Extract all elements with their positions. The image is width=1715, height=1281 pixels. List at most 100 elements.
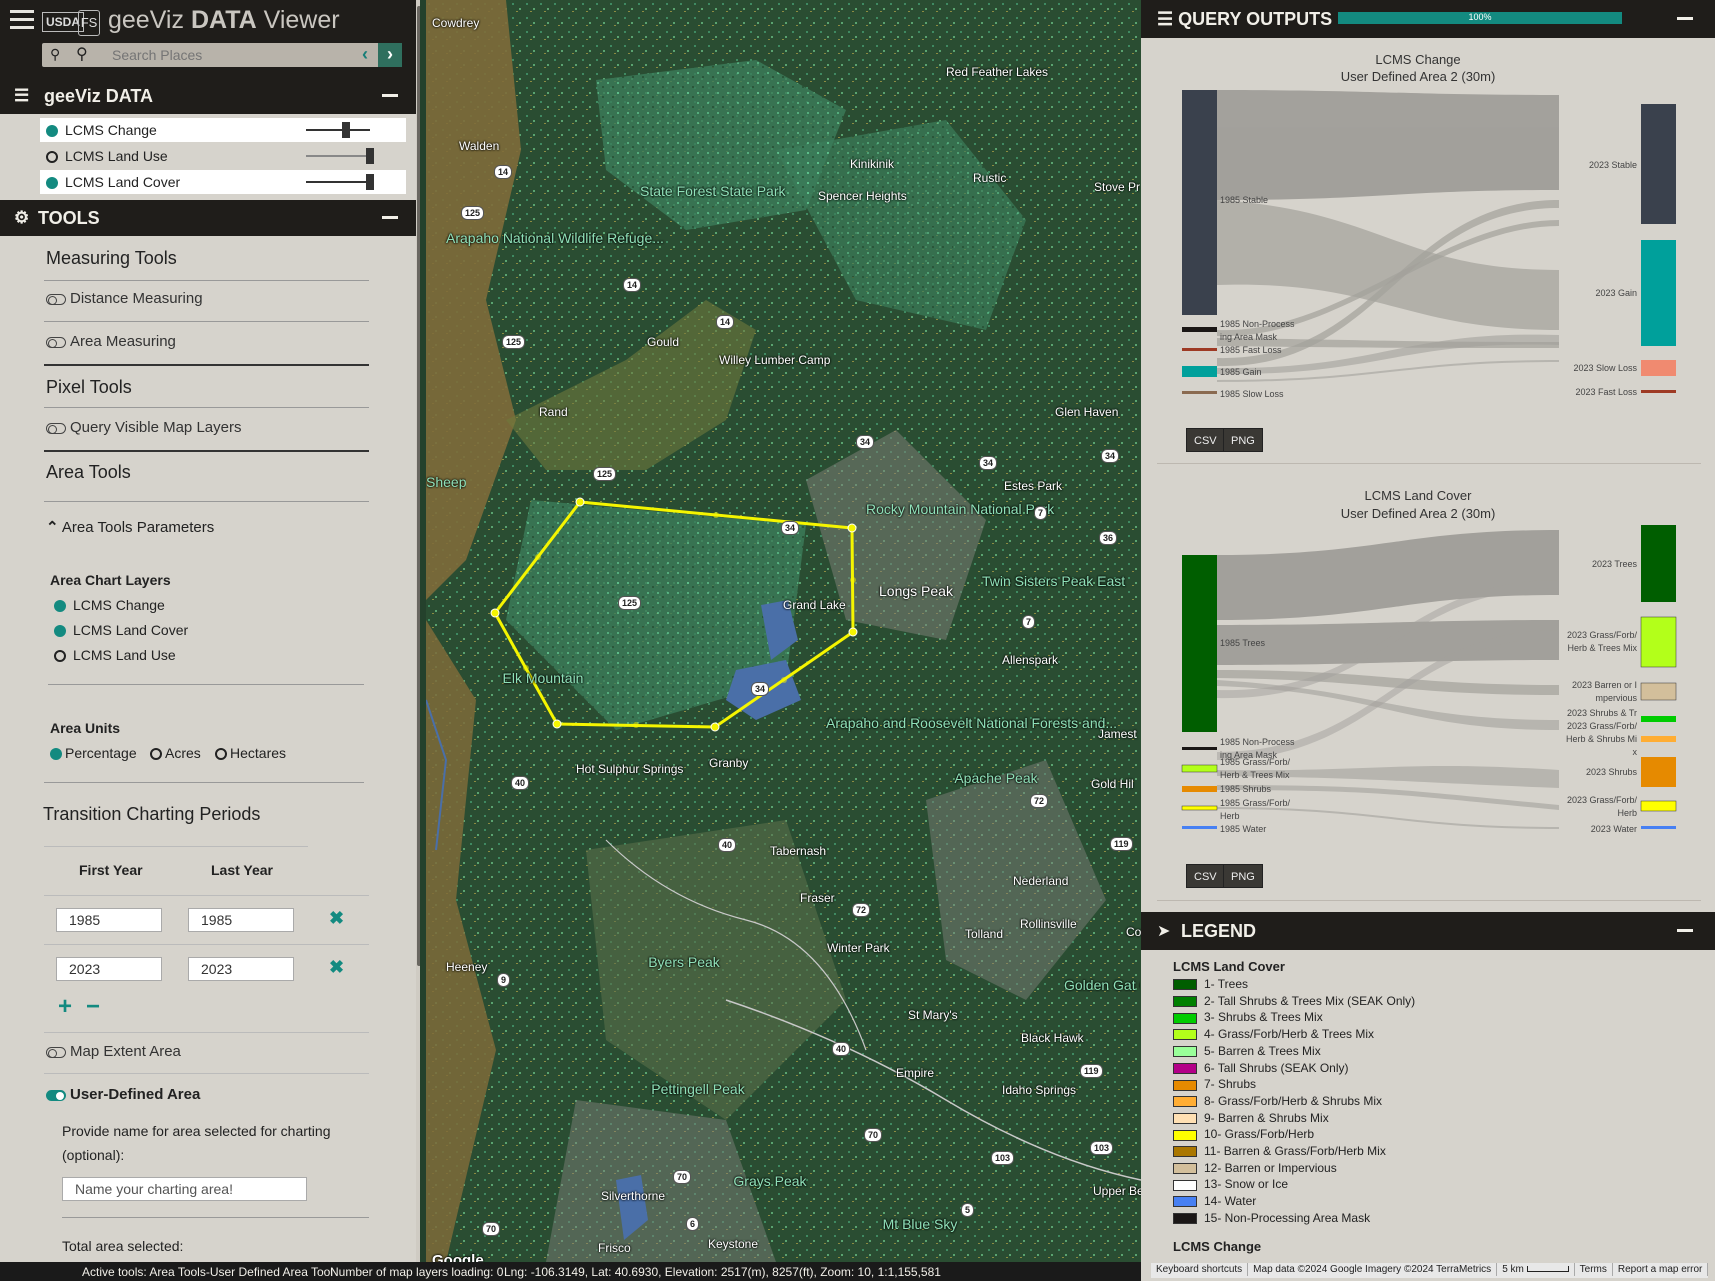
toggle-icon[interactable] <box>46 336 66 348</box>
user-defined-area-toggle[interactable]: User-Defined Area <box>46 1086 200 1103</box>
legend-item: 15- Non-Processing Area Mask <box>1173 1211 1370 1226</box>
opacity-slider[interactable] <box>306 148 374 164</box>
map-label: Spencer Heights <box>818 189 907 203</box>
chart-layer-lcms-land-cover[interactable]: LCMS Land Cover <box>54 622 188 638</box>
toggle-icon[interactable] <box>46 1046 66 1058</box>
radio-icon[interactable] <box>54 650 66 663</box>
radio-icon[interactable] <box>54 625 66 638</box>
units-percentage[interactable]: Percentage <box>50 745 137 761</box>
first-year-input[interactable]: 2023 <box>56 957 162 981</box>
first-year-input[interactable]: 1985 <box>56 908 162 932</box>
left-panel-scrollbar[interactable] <box>416 0 420 1262</box>
map-label: Tolland <box>965 927 1004 941</box>
keyboard-shortcuts-link[interactable]: Keyboard shortcuts <box>1151 1263 1249 1276</box>
route-shield: 34 <box>751 682 770 696</box>
legend-swatch <box>1173 1062 1197 1074</box>
data-section-header[interactable]: ☰ geeViz DATA <box>0 78 420 114</box>
last-year-input[interactable]: 2023 <box>188 957 294 981</box>
area-tools-parameters-toggle[interactable]: ⌃ Area Tools Parameters <box>46 518 214 536</box>
remove-period-icon[interactable]: ✖ <box>329 957 344 978</box>
slider-knob[interactable] <box>342 122 350 138</box>
opacity-slider[interactable] <box>306 174 374 190</box>
csv-download-button[interactable]: CSV <box>1186 428 1225 452</box>
layer-row-lcms-land-cover[interactable]: LCMS Land Cover <box>40 170 406 194</box>
search-input[interactable] <box>112 44 382 66</box>
sankey-node <box>1182 747 1217 750</box>
sankey-node <box>1182 391 1217 394</box>
report-map-error-link[interactable]: Report a map error <box>1613 1263 1709 1276</box>
active-tools-status: Active tools: Area Tools-User Defined Ar… <box>82 1265 334 1279</box>
units-hectares[interactable]: Hectares <box>215 745 286 761</box>
hamburger-icon[interactable] <box>10 10 34 30</box>
sankey-node <box>1182 327 1217 332</box>
route-shield: 14 <box>716 315 735 329</box>
distance-measuring-toggle[interactable]: Distance Measuring <box>46 290 203 307</box>
chevron-left-icon[interactable]: ‹ <box>354 43 376 67</box>
route-shield: 70 <box>673 1170 692 1184</box>
sankey-label: 1985 Slow Loss <box>1220 389 1284 399</box>
legend-item: 2- Tall Shrubs & Trees Mix (SEAK Only) <box>1173 994 1415 1009</box>
sankey-node <box>1182 348 1217 351</box>
layer-visibility-toggle[interactable] <box>46 125 58 138</box>
csv-download-button[interactable]: CSV <box>1186 864 1225 888</box>
remove-period-icon[interactable]: ✖ <box>329 908 344 929</box>
map-label: Estes Park <box>1004 479 1063 493</box>
units-acres[interactable]: Acres <box>150 745 201 761</box>
area-name-input[interactable]: Name your charting area! <box>62 1177 307 1201</box>
peak-label: Byers Peak <box>648 954 720 970</box>
search-icon[interactable]: ⚲ <box>76 44 88 64</box>
toggle-icon[interactable] <box>46 422 66 434</box>
layer-visibility-toggle[interactable] <box>46 151 58 164</box>
query-visible-layers-toggle[interactable]: Query Visible Map Layers <box>46 419 241 436</box>
radio-icon[interactable] <box>54 600 66 613</box>
radio-icon[interactable] <box>150 748 162 761</box>
toggle-icon[interactable] <box>46 1089 66 1101</box>
png-download-button[interactable]: PNG <box>1223 864 1263 888</box>
radio-icon[interactable] <box>215 748 227 761</box>
route-shield: 34 <box>979 456 998 470</box>
chart-layer-lcms-change[interactable]: LCMS Change <box>54 597 165 613</box>
add-period-button[interactable]: + <box>58 993 72 1021</box>
slider-knob[interactable] <box>366 174 374 190</box>
tools-section-header[interactable]: ⚙ TOOLS <box>0 200 420 236</box>
collapse-icon[interactable] <box>382 216 398 219</box>
last-year-input[interactable]: 1985 <box>188 908 294 932</box>
layer-row-lcms-land-use[interactable]: LCMS Land Use <box>40 144 406 168</box>
legend-swatch <box>1173 1146 1197 1158</box>
legend-item: 8- Grass/Forb/Herb & Shrubs Mix <box>1173 1094 1382 1109</box>
sankey-label: 1985 Shrubs <box>1220 784 1272 794</box>
area-measuring-toggle[interactable]: Area Measuring <box>46 333 176 350</box>
collapse-icon[interactable] <box>382 94 398 97</box>
collapse-icon[interactable] <box>1677 17 1693 20</box>
route-shield: 14 <box>623 278 642 292</box>
remove-last-period-button[interactable]: − <box>86 993 100 1021</box>
sankey-label: Herb & Shrubs Mi <box>1565 734 1637 744</box>
opacity-slider[interactable] <box>306 122 370 138</box>
map-label: Gold Hil <box>1091 777 1134 791</box>
sankey-label: 1985 Non-Process <box>1220 319 1295 329</box>
area-tools-heading: Area Tools <box>46 462 131 482</box>
sankey-node <box>1640 800 1677 812</box>
map-extent-area-toggle[interactable]: Map Extent Area <box>46 1043 181 1060</box>
slider-knob[interactable] <box>366 148 374 164</box>
map-view[interactable]: Cowdrey Walden Red Feather Lakes Kinikin… <box>426 0 1141 1262</box>
chevron-right-icon[interactable]: › <box>378 43 402 67</box>
map-label: Cowdrey <box>432 16 480 30</box>
layer-visibility-toggle[interactable] <box>46 177 58 190</box>
chart-title: LCMS Change <box>1375 52 1461 67</box>
legend-swatch <box>1173 1213 1197 1225</box>
legend-header[interactable]: ➤ LEGEND <box>1141 912 1715 950</box>
location-pin-icon[interactable]: ⚲ <box>50 46 60 63</box>
sankey-label: 2023 Trees <box>1591 559 1637 569</box>
terms-link[interactable]: Terms <box>1575 1263 1613 1276</box>
png-download-button[interactable]: PNG <box>1223 428 1263 452</box>
chart-layer-lcms-land-use[interactable]: LCMS Land Use <box>54 647 176 663</box>
map-label: Winter Park <box>827 941 890 955</box>
toggle-icon[interactable] <box>46 293 66 305</box>
radio-icon[interactable] <box>50 748 62 761</box>
collapse-icon[interactable] <box>1677 929 1693 932</box>
layer-row-lcms-change[interactable]: LCMS Change <box>40 118 406 142</box>
query-outputs-header[interactable]: ☰ QUERY OUTPUTS 100% <box>1141 0 1715 38</box>
sankey-node <box>1641 736 1676 742</box>
peak-label: Grays Peak <box>733 1173 807 1189</box>
